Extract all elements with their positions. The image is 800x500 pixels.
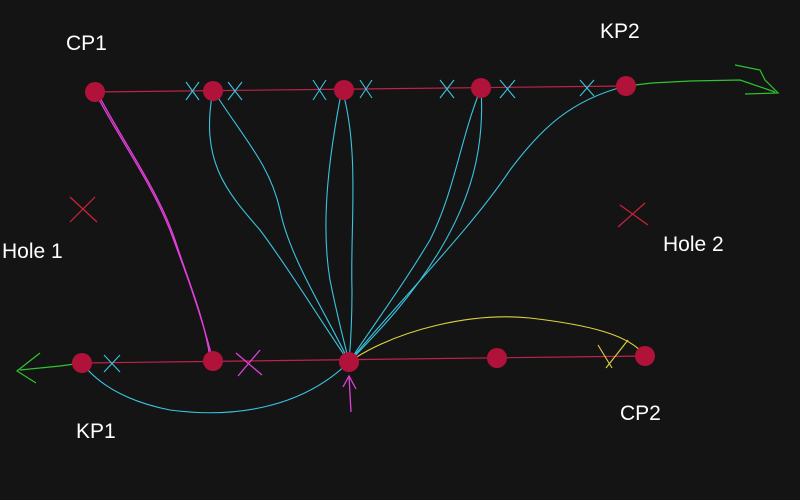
node-top-4: [471, 78, 491, 98]
node-cp1: [85, 82, 105, 102]
node-bottom-2: [203, 351, 223, 371]
node-bottom-center: [339, 352, 359, 372]
label-hole-2: Hole 2: [663, 233, 724, 256]
node-top-2: [203, 81, 223, 101]
node-bottom-4: [487, 348, 507, 368]
label-kp2: KP2: [600, 20, 640, 43]
node-cp2: [635, 346, 655, 366]
label-kp1: KP1: [76, 420, 116, 443]
label-cp1: CP1: [66, 32, 107, 55]
node-kp2: [616, 76, 636, 96]
node-top-3: [334, 80, 354, 100]
label-cp2: CP2: [620, 402, 661, 425]
node-kp1: [72, 353, 92, 373]
label-hole-1: Hole 1: [2, 240, 63, 263]
